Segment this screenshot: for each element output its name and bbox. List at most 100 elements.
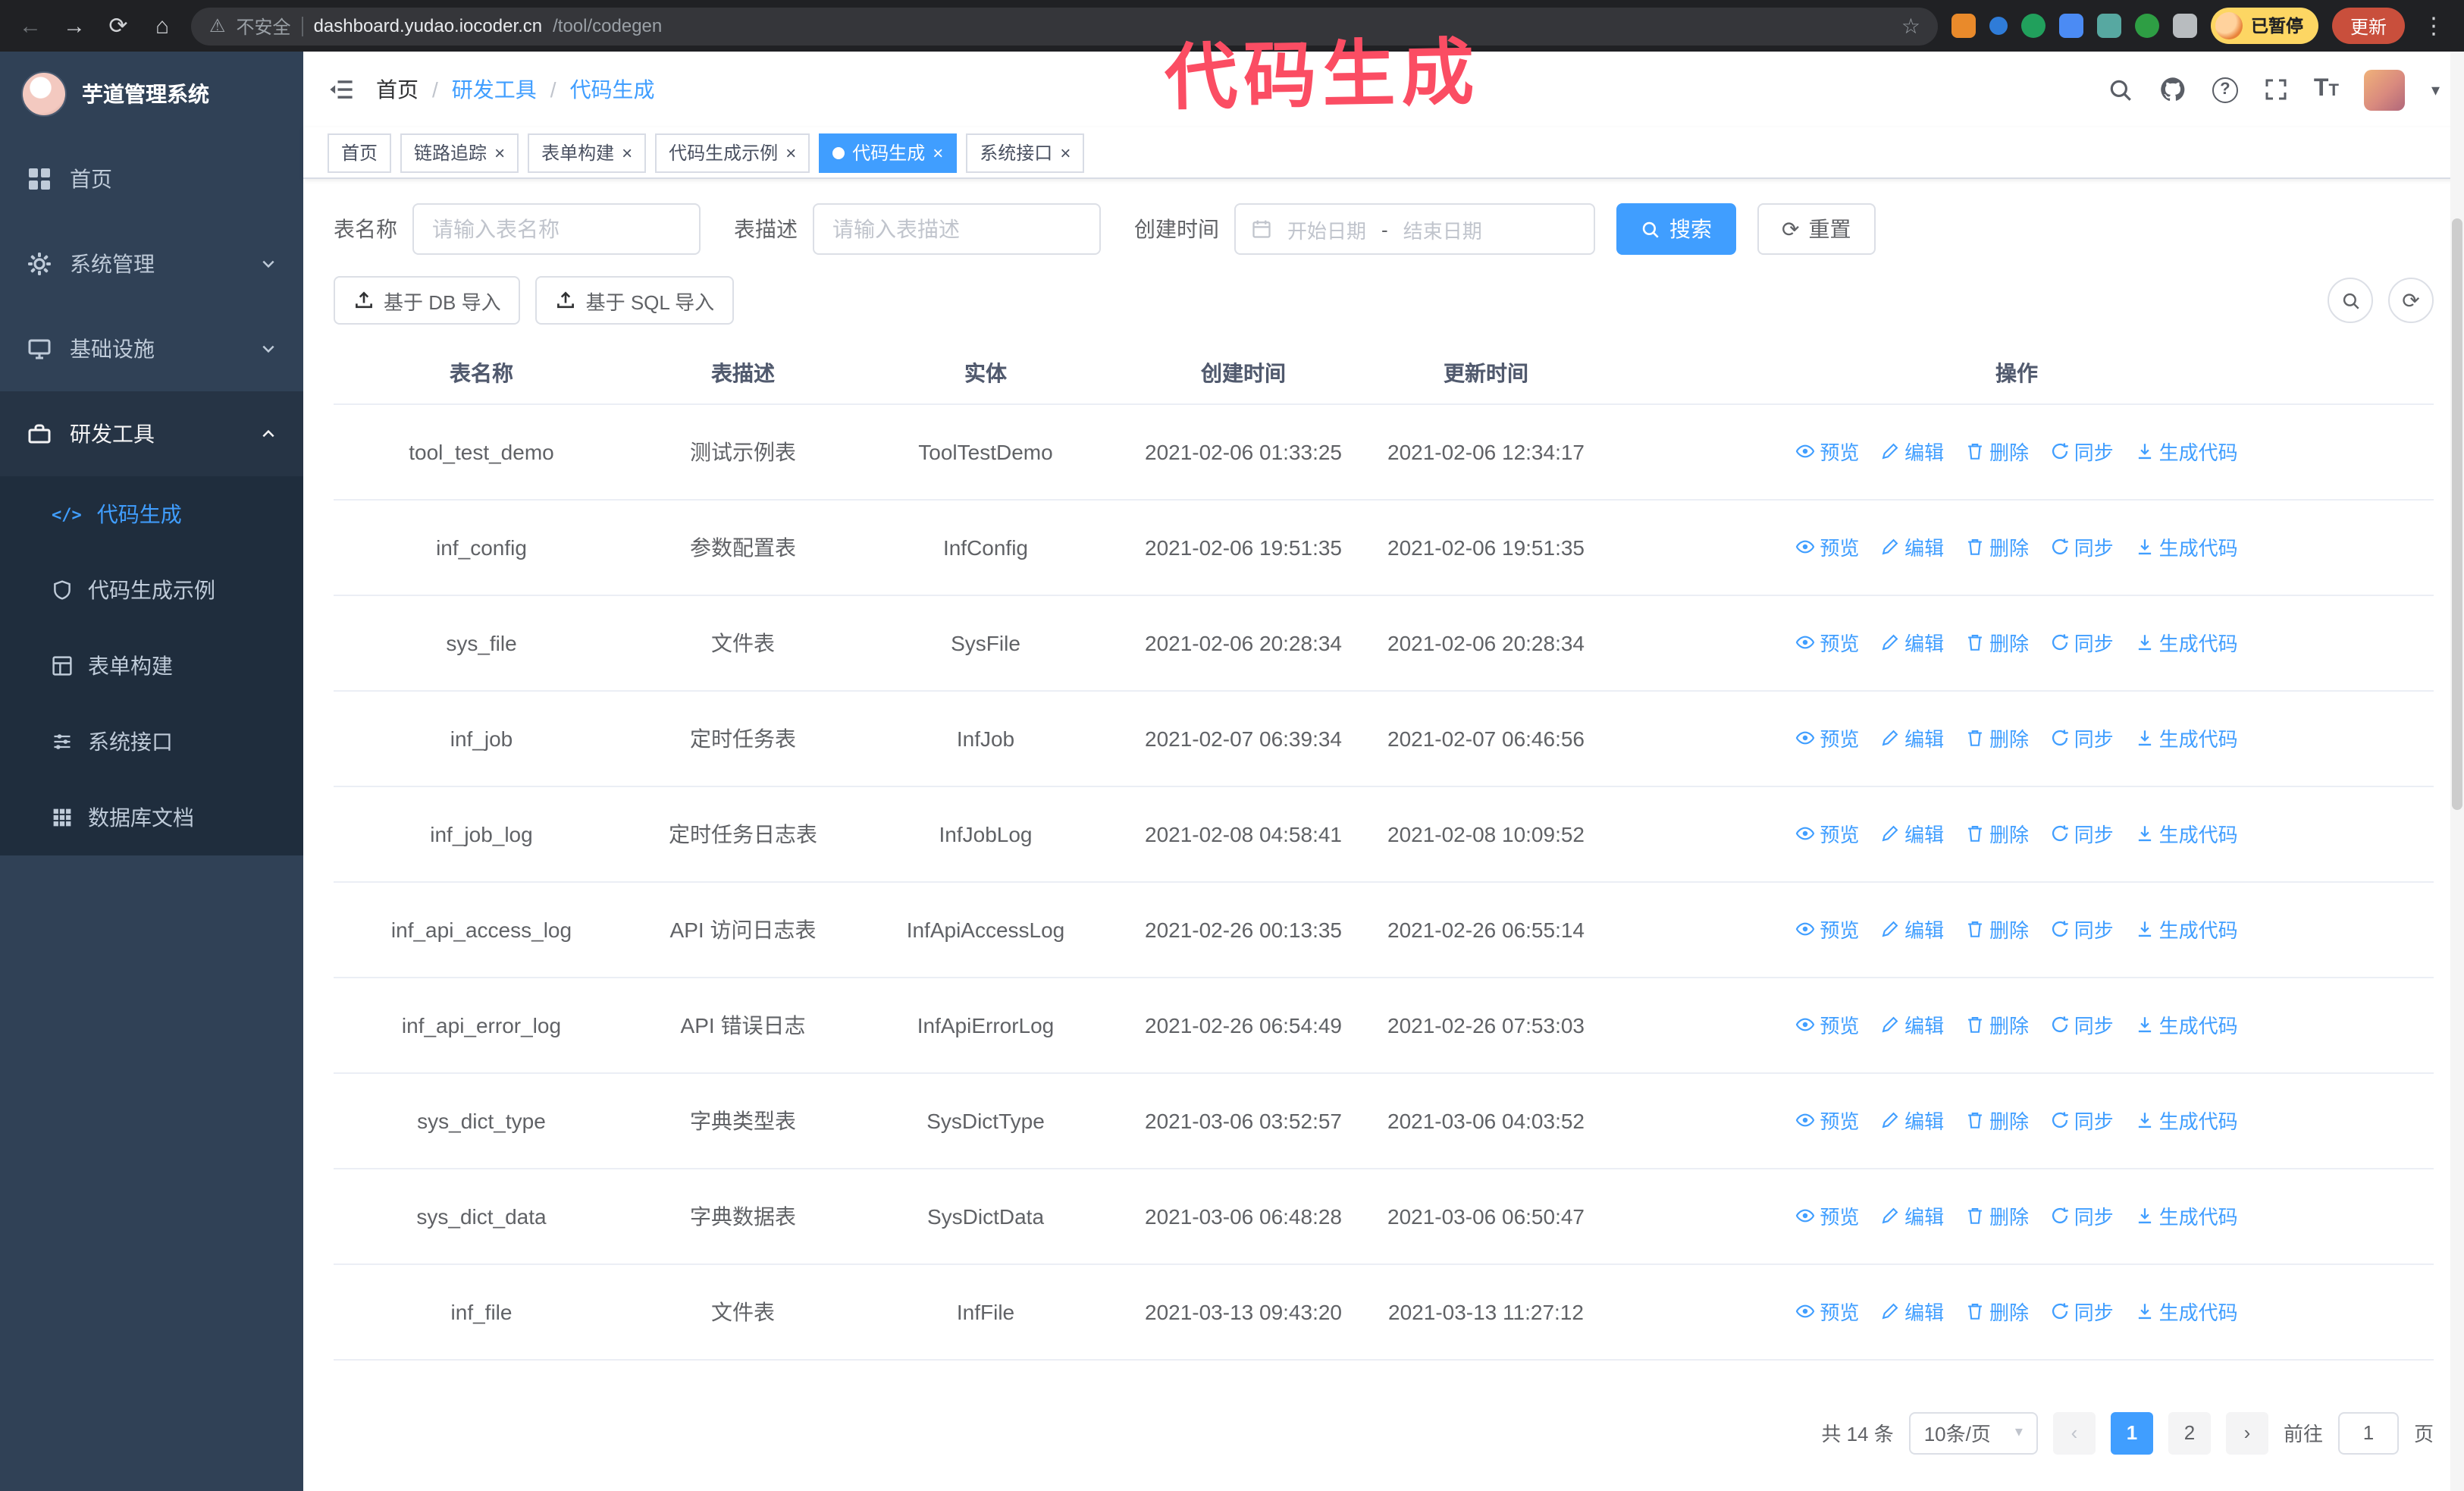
page-button-1[interactable]: 1: [2110, 1411, 2153, 1454]
sync-link[interactable]: 同步: [2050, 915, 2114, 943]
import-sql-button[interactable]: 基于 SQL 导入: [535, 276, 735, 325]
github-icon[interactable]: [2159, 76, 2187, 103]
edit-link[interactable]: 编辑: [1880, 724, 1944, 752]
scrollbar-thumb[interactable]: [2452, 218, 2462, 810]
toggle-search-button[interactable]: [2328, 278, 2373, 323]
generate-code-link[interactable]: 生成代码: [2135, 628, 2238, 657]
sync-link[interactable]: 同步: [2050, 724, 2114, 752]
fullscreen-icon[interactable]: [2264, 77, 2288, 102]
edit-link[interactable]: 编辑: [1880, 1297, 1944, 1326]
generate-code-link[interactable]: 生成代码: [2135, 532, 2238, 561]
browser-menu-icon[interactable]: ⋮: [2419, 12, 2449, 39]
extension-icon-2[interactable]: [1989, 17, 2008, 35]
preview-link[interactable]: 预览: [1795, 819, 1859, 848]
sync-link[interactable]: 同步: [2050, 1297, 2114, 1326]
close-icon[interactable]: ×: [1060, 142, 1071, 163]
sync-link[interactable]: 同步: [2050, 1010, 2114, 1039]
next-page-button[interactable]: ›: [2225, 1411, 2268, 1454]
preview-link[interactable]: 预览: [1795, 1106, 1859, 1135]
delete-link[interactable]: 删除: [1965, 1010, 2029, 1039]
generate-code-link[interactable]: 生成代码: [2135, 819, 2238, 848]
close-icon[interactable]: ×: [785, 142, 796, 163]
table-desc-input[interactable]: [813, 203, 1101, 255]
reset-button[interactable]: ⟳ 重置: [1757, 203, 1876, 255]
delete-link[interactable]: 删除: [1965, 628, 2029, 657]
tab-api[interactable]: 系统接口 ×: [966, 133, 1085, 172]
extension-icon-3[interactable]: [2021, 14, 2046, 38]
delete-link[interactable]: 删除: [1965, 532, 2029, 561]
sync-link[interactable]: 同步: [2050, 628, 2114, 657]
goto-page-input[interactable]: [2337, 1411, 2399, 1454]
preview-link[interactable]: 预览: [1795, 532, 1859, 561]
delete-link[interactable]: 删除: [1965, 1297, 2029, 1326]
tab-form-builder[interactable]: 表单构建 ×: [528, 133, 647, 172]
help-icon[interactable]: ?: [2212, 77, 2238, 102]
preview-link[interactable]: 预览: [1795, 1201, 1859, 1230]
preview-link[interactable]: 预览: [1795, 724, 1859, 752]
tab-tracer[interactable]: 链路追踪 ×: [400, 133, 519, 172]
sync-link[interactable]: 同步: [2050, 1106, 2114, 1135]
delete-link[interactable]: 删除: [1965, 915, 2029, 943]
sidebar-item-home[interactable]: 首页: [0, 137, 303, 221]
edit-link[interactable]: 编辑: [1880, 1010, 1944, 1039]
sidebar-item-devtools[interactable]: 研发工具: [0, 391, 303, 476]
sync-link[interactable]: 同步: [2050, 1201, 2114, 1230]
tab-codegen[interactable]: 代码生成 ×: [819, 133, 958, 172]
edit-link[interactable]: 编辑: [1880, 532, 1944, 561]
profile-paused-badge[interactable]: 已暂停: [2211, 8, 2318, 44]
sidebar-item-infrastructure[interactable]: 基础设施: [0, 306, 303, 391]
generate-code-link[interactable]: 生成代码: [2135, 1297, 2238, 1326]
sidebar-subitem-db-doc[interactable]: 数据库文档: [0, 780, 303, 855]
preview-link[interactable]: 预览: [1795, 628, 1859, 657]
tab-home[interactable]: 首页: [328, 133, 392, 172]
edit-link[interactable]: 编辑: [1880, 437, 1944, 466]
breadcrumb-home[interactable]: 首页: [376, 74, 419, 105]
delete-link[interactable]: 删除: [1965, 1106, 2029, 1135]
edit-link[interactable]: 编辑: [1880, 1201, 1944, 1230]
prev-page-button[interactable]: ‹: [2052, 1411, 2096, 1454]
font-size-icon[interactable]: TT: [2314, 76, 2339, 103]
preview-link[interactable]: 预览: [1795, 437, 1859, 466]
preview-link[interactable]: 预览: [1795, 1010, 1859, 1039]
delete-link[interactable]: 删除: [1965, 1201, 2029, 1230]
search-button[interactable]: 搜索: [1616, 203, 1736, 255]
sidebar-item-system[interactable]: 系统管理: [0, 221, 303, 306]
breadcrumb-devtools[interactable]: 研发工具: [452, 74, 537, 105]
generate-code-link[interactable]: 生成代码: [2135, 437, 2238, 466]
edit-link[interactable]: 编辑: [1880, 819, 1944, 848]
delete-link[interactable]: 删除: [1965, 724, 2029, 752]
generate-code-link[interactable]: 生成代码: [2135, 1201, 2238, 1230]
extension-icon-5[interactable]: [2097, 14, 2122, 38]
user-avatar[interactable]: [2364, 69, 2406, 110]
browser-home-icon[interactable]: ⌂: [147, 13, 177, 39]
delete-link[interactable]: 删除: [1965, 437, 2029, 466]
table-name-input[interactable]: [412, 203, 701, 255]
extension-icon-6[interactable]: [2135, 14, 2160, 38]
browser-reload-icon[interactable]: ⟳: [103, 12, 133, 39]
browser-update-button[interactable]: 更新: [2331, 8, 2405, 44]
avatar-caret-icon[interactable]: ▾: [2431, 80, 2440, 99]
browser-forward-icon[interactable]: →: [59, 13, 89, 39]
generate-code-link[interactable]: 生成代码: [2135, 1010, 2238, 1039]
edit-link[interactable]: 编辑: [1880, 915, 1944, 943]
generate-code-link[interactable]: 生成代码: [2135, 1106, 2238, 1135]
scrollbar-track[interactable]: [2450, 52, 2464, 1491]
sidebar-fold-icon[interactable]: [328, 76, 355, 103]
sync-link[interactable]: 同步: [2050, 819, 2114, 848]
sidebar-subitem-codegen[interactable]: </> 代码生成: [0, 476, 303, 552]
edit-link[interactable]: 编辑: [1880, 628, 1944, 657]
page-button-2[interactable]: 2: [2168, 1411, 2211, 1454]
preview-link[interactable]: 预览: [1795, 915, 1859, 943]
url-bar[interactable]: ⚠ 不安全 dashboard.yudao.iocoder.cn/tool/co…: [191, 7, 1939, 45]
sidebar-subitem-api[interactable]: 系统接口: [0, 704, 303, 780]
refresh-table-button[interactable]: ⟳: [2388, 278, 2434, 323]
sync-link[interactable]: 同步: [2050, 437, 2114, 466]
extension-icon-1[interactable]: [1951, 14, 1977, 38]
preview-link[interactable]: 预览: [1795, 1297, 1859, 1326]
close-icon[interactable]: ×: [494, 142, 505, 163]
date-range-picker[interactable]: 开始日期 - 结束日期: [1234, 203, 1595, 255]
extensions-puzzle-icon[interactable]: [2173, 14, 2198, 38]
extension-icon-4[interactable]: [2059, 14, 2084, 38]
edit-link[interactable]: 编辑: [1880, 1106, 1944, 1135]
browser-back-icon[interactable]: ←: [15, 13, 45, 39]
